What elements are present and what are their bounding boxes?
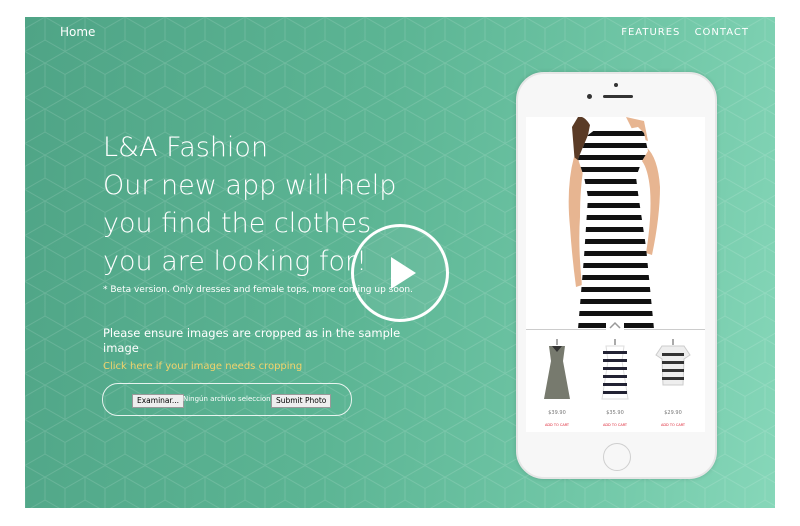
nav-links: FEATURES CONTACT [611,27,749,38]
nav-home-link[interactable]: Home [60,25,95,39]
product-card-2[interactable] [590,337,640,411]
headline-line-3: you find the clothes [103,208,372,239]
headline-line-1: L&A Fashion [103,132,269,163]
phone-home-button [603,443,631,471]
browse-file-button[interactable]: Examinar... [132,394,185,408]
add-to-cart-1[interactable]: ADD TO CART [532,423,582,427]
striped-dress-photo [526,117,705,329]
product-price-3: $29.90 [664,410,682,416]
phone-screen: $39.90 $35.90 $29.90 ADD TO CART ADD TO … [526,117,705,432]
play-icon [391,257,416,289]
upload-form: Examinar... Ningún archivo seleccionado.… [102,383,352,416]
product-price-1: $39.90 [548,410,566,416]
add-to-cart-3[interactable]: ADD TO CART [648,423,698,427]
dress-thumbnail-1 [544,339,570,399]
product-card-1[interactable] [532,337,582,411]
nav-features-link[interactable]: FEATURES [621,27,680,38]
phone-speaker [603,95,633,98]
play-video-button[interactable] [351,224,449,322]
product-card-3[interactable] [648,337,698,411]
phone-mockup: $39.90 $35.90 $29.90 ADD TO CART ADD TO … [516,72,717,479]
phone-camera [587,94,592,99]
product-thumbnails: $39.90 $35.90 $29.90 ADD TO CART ADD TO … [526,337,705,432]
crop-help-link[interactable]: Click here if your image needs cropping [103,361,302,372]
dress-thumbnail-2 [601,339,629,400]
top-thumbnail-3 [655,339,691,386]
crop-instructions: Please ensure images are cropped as in t… [103,326,401,355]
phone-sensor [614,83,618,87]
product-price-2: $35.90 [606,410,624,416]
headline-line-2: Our new app will help [103,170,397,201]
chevron-up-icon[interactable] [606,321,624,330]
submit-photo-button[interactable]: Submit Photo [271,394,332,408]
add-to-cart-2[interactable]: ADD TO CART [590,423,640,427]
nav-contact-link[interactable]: CONTACT [695,27,749,38]
